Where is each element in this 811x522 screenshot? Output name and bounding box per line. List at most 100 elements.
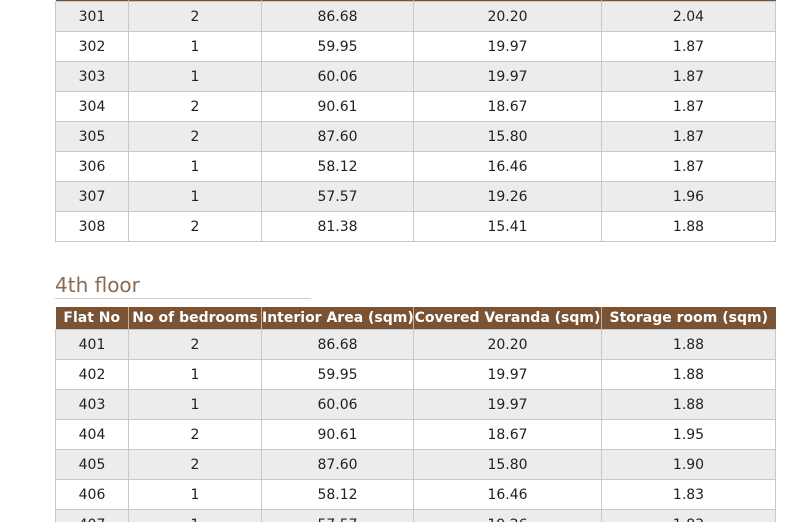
table-row: 401 2 86.68 20.20 1.88 xyxy=(55,329,776,360)
cell-bedrooms: 2 xyxy=(128,211,262,242)
cell-bedrooms: 1 xyxy=(128,359,262,390)
cell-bedrooms: 1 xyxy=(128,389,262,420)
table-row: 405 2 87.60 15.80 1.90 xyxy=(55,449,776,480)
cell-veranda: 20.20 xyxy=(413,329,602,360)
cell-bedrooms: 1 xyxy=(128,61,262,92)
cell-bedrooms: 2 xyxy=(128,91,262,122)
cell-interior-area: 86.68 xyxy=(261,1,414,32)
cell-flat-no: 403 xyxy=(55,389,129,420)
table-row: 302 1 59.95 19.97 1.87 xyxy=(55,31,776,62)
cell-bedrooms: 1 xyxy=(128,479,262,510)
page: Flat No No of bedrooms Interior Area (sq… xyxy=(0,0,811,522)
cell-flat-no: 405 xyxy=(55,449,129,480)
cell-interior-area: 57.57 xyxy=(261,181,414,212)
cell-interior-area: 87.60 xyxy=(261,449,414,480)
floor-heading-4th: 4th floor xyxy=(55,273,140,297)
cell-storage: 1.87 xyxy=(601,151,776,182)
floor-3-rows: 301 2 86.68 20.20 2.04 302 1 59.95 19.97 1.87 303 1… xyxy=(55,1,776,242)
cell-veranda: 16.46 xyxy=(413,151,602,182)
floor-4-rows: 401 2 86.68 20.20 1.88 402 1 59.95 19.97 1.88 403 1… xyxy=(55,329,776,522)
table-row: 406 1 58.12 16.46 1.83 xyxy=(55,479,776,510)
cell-storage: 1.88 xyxy=(601,359,776,390)
cell-storage: 1.87 xyxy=(601,31,776,62)
cell-veranda: 19.97 xyxy=(413,359,602,390)
cell-flat-no: 402 xyxy=(55,359,129,390)
column-header-flat-no: Flat No xyxy=(55,307,129,330)
cell-veranda: 19.97 xyxy=(413,389,602,420)
cell-storage: 1.87 xyxy=(601,91,776,122)
table-row: 307 1 57.57 19.26 1.96 xyxy=(55,181,776,212)
cell-storage: 1.87 xyxy=(601,61,776,92)
cell-bedrooms: 2 xyxy=(128,449,262,480)
cell-interior-area: 90.61 xyxy=(261,419,414,450)
floor-3-table: Flat No No of bedrooms Interior Area (sq… xyxy=(55,0,776,242)
cell-flat-no: 307 xyxy=(55,181,129,212)
cell-storage: 1.95 xyxy=(601,419,776,450)
table-row: 407157.5719.261.83 xyxy=(55,509,776,522)
cell-bedrooms: 2 xyxy=(128,1,262,32)
table-row: 402 1 59.95 19.97 1.88 xyxy=(55,359,776,390)
cell-veranda: 19.97 xyxy=(413,61,602,92)
cell-veranda: 18.67 xyxy=(413,419,602,450)
cell-veranda: 19.26 xyxy=(413,181,602,212)
cell-interior-area: 87.60 xyxy=(261,121,414,152)
cell-storage: 1.83 xyxy=(601,509,776,522)
table-row: 301 2 86.68 20.20 2.04 xyxy=(55,1,776,32)
table-row: 306 1 58.12 16.46 1.87 xyxy=(55,151,776,182)
column-header-veranda: Covered Veranda (sqm) xyxy=(413,307,602,330)
table-row: 404 2 90.61 18.67 1.95 xyxy=(55,419,776,450)
cell-bedrooms: 2 xyxy=(128,329,262,360)
cell-storage: 1.87 xyxy=(601,121,776,152)
cell-bedrooms: 1 xyxy=(128,509,262,522)
cell-interior-area: 90.61 xyxy=(261,91,414,122)
cell-bedrooms: 1 xyxy=(128,151,262,182)
cell-veranda: 16.46 xyxy=(413,479,602,510)
cell-flat-no: 308 xyxy=(55,211,129,242)
column-header-storage: Storage room (sqm) xyxy=(601,307,776,330)
cell-veranda: 15.41 xyxy=(413,211,602,242)
cell-veranda: 15.80 xyxy=(413,449,602,480)
column-header-interior-area: Interior Area (sqm) xyxy=(261,307,414,330)
cell-veranda: 20.20 xyxy=(413,1,602,32)
cell-veranda: 15.80 xyxy=(413,121,602,152)
cell-bedrooms: 1 xyxy=(128,31,262,62)
column-header-bedrooms: No of bedrooms xyxy=(128,307,262,330)
cell-interior-area: 86.68 xyxy=(261,329,414,360)
cell-bedrooms: 1 xyxy=(128,181,262,212)
table-row: 305 2 87.60 15.80 1.87 xyxy=(55,121,776,152)
cell-storage: 1.83 xyxy=(601,479,776,510)
heading-divider xyxy=(55,298,311,299)
cell-storage: 1.88 xyxy=(601,389,776,420)
cell-interior-area: 60.06 xyxy=(261,61,414,92)
cell-storage: 1.90 xyxy=(601,449,776,480)
cell-interior-area: 81.38 xyxy=(261,211,414,242)
floor-4-table: Flat No No of bedrooms Interior Area (sq… xyxy=(55,307,776,522)
cell-flat-no: 404 xyxy=(55,419,129,450)
cell-flat-no: 407 xyxy=(55,509,129,522)
table-row: 303 1 60.06 19.97 1.87 xyxy=(55,61,776,92)
cell-bedrooms: 2 xyxy=(128,121,262,152)
cell-veranda: 18.67 xyxy=(413,91,602,122)
cell-flat-no: 305 xyxy=(55,121,129,152)
cell-storage: 1.88 xyxy=(601,329,776,360)
cell-flat-no: 406 xyxy=(55,479,129,510)
cell-flat-no: 304 xyxy=(55,91,129,122)
table-row: 308 2 81.38 15.41 1.88 xyxy=(55,211,776,242)
cell-interior-area: 59.95 xyxy=(261,31,414,62)
cell-veranda: 19.26 xyxy=(413,509,602,522)
cell-bedrooms: 2 xyxy=(128,419,262,450)
cell-flat-no: 401 xyxy=(55,329,129,360)
cell-flat-no: 301 xyxy=(55,1,129,32)
cell-interior-area: 58.12 xyxy=(261,151,414,182)
cell-interior-area: 58.12 xyxy=(261,479,414,510)
cell-flat-no: 306 xyxy=(55,151,129,182)
cell-flat-no: 302 xyxy=(55,31,129,62)
cell-interior-area: 60.06 xyxy=(261,389,414,420)
table-header-row: Flat No No of bedrooms Interior Area (sq… xyxy=(55,307,776,330)
cell-veranda: 19.97 xyxy=(413,31,602,62)
cell-storage: 1.88 xyxy=(601,211,776,242)
cell-flat-no: 303 xyxy=(55,61,129,92)
table-row: 403 1 60.06 19.97 1.88 xyxy=(55,389,776,420)
cell-storage: 2.04 xyxy=(601,1,776,32)
cell-interior-area: 59.95 xyxy=(261,359,414,390)
